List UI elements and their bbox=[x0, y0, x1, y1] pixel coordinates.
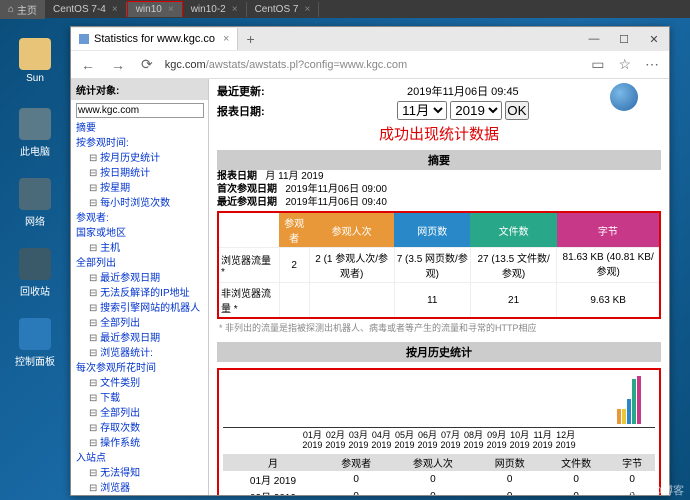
sidebar-link[interactable]: 入站点 bbox=[71, 451, 208, 466]
sidebar-link[interactable]: 国家或地区 bbox=[71, 226, 208, 241]
desktop-icon-sun[interactable]: Sun bbox=[10, 38, 60, 84]
browser-window: Statistics for www.kgc.co× + — ☐ ✕ ← → ⟳… bbox=[70, 26, 670, 496]
sidebar-link[interactable]: 每次参观所花时间 bbox=[71, 361, 208, 376]
month-history-title: 按月历史统计 bbox=[217, 342, 661, 362]
browser-toolbar: ← → ⟳ kgc.com/awstats/awstats.pl?config=… bbox=[71, 51, 669, 79]
home-icon: ⌂ bbox=[8, 4, 14, 15]
stats-table: 参观者参观人次网页数文件数字节 浏览器流量 *22 (1 参观人次/参观者)7 … bbox=[217, 211, 661, 319]
sidebar-link[interactable]: 全部列出 bbox=[71, 316, 208, 331]
ok-button[interactable]: OK bbox=[505, 101, 528, 120]
last-update-value: 2019年11月06日 09:45 bbox=[407, 83, 519, 99]
month-select[interactable]: 11月 bbox=[397, 101, 447, 120]
table-row: 02月 201900000 bbox=[223, 488, 655, 495]
sidebar-link[interactable]: 搜索引擎网站的机器人 bbox=[71, 301, 208, 316]
month-chart bbox=[223, 374, 655, 424]
sidebar-link[interactable]: 浏览器 bbox=[71, 481, 208, 495]
close-icon[interactable]: × bbox=[112, 4, 118, 15]
vm-tab-win10[interactable]: win10× bbox=[127, 1, 183, 17]
folder-icon bbox=[19, 38, 51, 70]
table-row: 浏览器流量 *22 (1 参观人次/参观者)7 (3.5 网页数/参观)27 (… bbox=[218, 248, 660, 283]
desktop-icon-thispc[interactable]: 此电脑 bbox=[10, 108, 60, 158]
sidebar-link[interactable]: 存取次数 bbox=[71, 421, 208, 436]
sidebar-link[interactable]: 无法反解译的IP地址 bbox=[71, 286, 208, 301]
forward-button[interactable]: → bbox=[107, 57, 129, 73]
year-select[interactable]: 2019 bbox=[450, 101, 502, 120]
control-icon bbox=[19, 318, 51, 350]
sidebar-header: 统计对象: bbox=[71, 79, 208, 100]
table-row: 01月 201900000 bbox=[223, 471, 655, 488]
sidebar-link[interactable]: 每小时浏览次数 bbox=[71, 196, 208, 211]
browser-content: 统计对象: 摘要按参观时间:按月历史统计按日期统计按星期每小时浏览次数参观者:国… bbox=[71, 79, 669, 495]
close-icon[interactable]: × bbox=[232, 4, 238, 15]
vm-tab-win10-2[interactable]: win10-2× bbox=[183, 2, 247, 17]
maximize-button[interactable]: ☐ bbox=[609, 28, 639, 50]
desktop-icon-network[interactable]: 网络 bbox=[10, 178, 60, 228]
favicon-icon bbox=[79, 34, 89, 44]
minimize-button[interactable]: — bbox=[579, 28, 609, 50]
browser-tab[interactable]: Statistics for www.kgc.co× bbox=[71, 28, 238, 50]
desktop-icon-recyclebin[interactable]: 回收站 bbox=[10, 248, 60, 298]
vm-tab-centos74[interactable]: CentOS 7-4× bbox=[45, 2, 127, 17]
network-icon bbox=[19, 178, 51, 210]
watermark: ©51CTO博客 bbox=[619, 482, 684, 498]
globe-logo bbox=[596, 83, 651, 123]
sidebar-link[interactable]: 参观者: bbox=[71, 211, 208, 226]
sidebar-link[interactable]: 最近参观日期 bbox=[71, 331, 208, 346]
vm-tab-bar: ⌂主页 CentOS 7-4× win10× win10-2× CentOS 7… bbox=[0, 0, 690, 18]
browser-tab-bar: Statistics for www.kgc.co× + — ☐ ✕ bbox=[71, 27, 669, 51]
sidebar-link[interactable]: 操作系统 bbox=[71, 436, 208, 451]
history-table: 月参观者参观人次网页数文件数字节 01月 20190000002月 201900… bbox=[223, 454, 655, 495]
address-bar[interactable]: kgc.com/awstats/awstats.pl?config=www.kg… bbox=[165, 59, 579, 71]
success-banner: 成功出现统计数据 bbox=[217, 123, 661, 144]
sidebar-link[interactable]: 下载 bbox=[71, 391, 208, 406]
footnote: * 非列出的流量是指被探测出机器人、病毒或者等产生的流量和寻常的HTTP相应 bbox=[217, 319, 661, 336]
main-panel: 最近更新: 2019年11月06日 09:45 报表日期: 11月 2019 OK… bbox=[209, 79, 669, 495]
month-history-section: 01月201902月201903月201904月201905月201906月20… bbox=[217, 368, 661, 495]
new-tab-button[interactable]: + bbox=[238, 31, 262, 47]
summary-title: 摘要 bbox=[217, 150, 661, 170]
sidebar-link[interactable]: 全部列出 bbox=[71, 256, 208, 271]
sidebar-link[interactable]: 按日期统计 bbox=[71, 166, 208, 181]
desktop: Sun 此电脑 网络 回收站 控制面板 Statistics for www.k… bbox=[0, 18, 690, 500]
close-button[interactable]: ✕ bbox=[639, 28, 669, 50]
pc-icon bbox=[19, 108, 51, 140]
back-button[interactable]: ← bbox=[77, 57, 99, 73]
close-icon[interactable]: × bbox=[304, 4, 310, 15]
sidebar-link[interactable]: 摘要 bbox=[71, 121, 208, 136]
desktop-icon-controlpanel[interactable]: 控制面板 bbox=[10, 318, 60, 368]
sidebar-link[interactable]: 文件类别 bbox=[71, 376, 208, 391]
close-icon[interactable]: × bbox=[223, 33, 229, 45]
sidebar-link[interactable]: 主机 bbox=[71, 241, 208, 256]
vm-tab-centos7[interactable]: CentOS 7× bbox=[247, 2, 320, 17]
domain-input[interactable] bbox=[76, 103, 204, 118]
reading-icon[interactable]: ▭ bbox=[587, 56, 608, 73]
sidebar-link[interactable]: 按参观时间: bbox=[71, 136, 208, 151]
sidebar-link[interactable]: 无法得知 bbox=[71, 466, 208, 481]
star-icon[interactable]: ☆ bbox=[614, 56, 635, 73]
sidebar-link[interactable]: 按月历史统计 bbox=[71, 151, 208, 166]
last-update-label: 最近更新: bbox=[217, 83, 265, 99]
table-row: 非浏览器流量 *11219.63 KB bbox=[218, 283, 660, 319]
report-date-label: 报表日期: bbox=[217, 103, 265, 119]
sidebar-link[interactable]: 全部列出 bbox=[71, 406, 208, 421]
refresh-button[interactable]: ⟳ bbox=[137, 56, 157, 73]
sidebar-link[interactable]: 最近参观日期 bbox=[71, 271, 208, 286]
sidebar: 统计对象: 摘要按参观时间:按月历史统计按日期统计按星期每小时浏览次数参观者:国… bbox=[71, 79, 209, 495]
sidebar-link[interactable]: 按星期 bbox=[71, 181, 208, 196]
bin-icon bbox=[19, 248, 51, 280]
sidebar-link[interactable]: 浏览器统计: bbox=[71, 346, 208, 361]
close-icon[interactable]: × bbox=[168, 4, 174, 15]
menu-icon[interactable]: ⋯ bbox=[641, 56, 663, 73]
vm-home-tab[interactable]: ⌂主页 bbox=[0, 0, 45, 19]
month-axis: 01月201902月201903月201904月201905月201906月20… bbox=[223, 427, 655, 450]
